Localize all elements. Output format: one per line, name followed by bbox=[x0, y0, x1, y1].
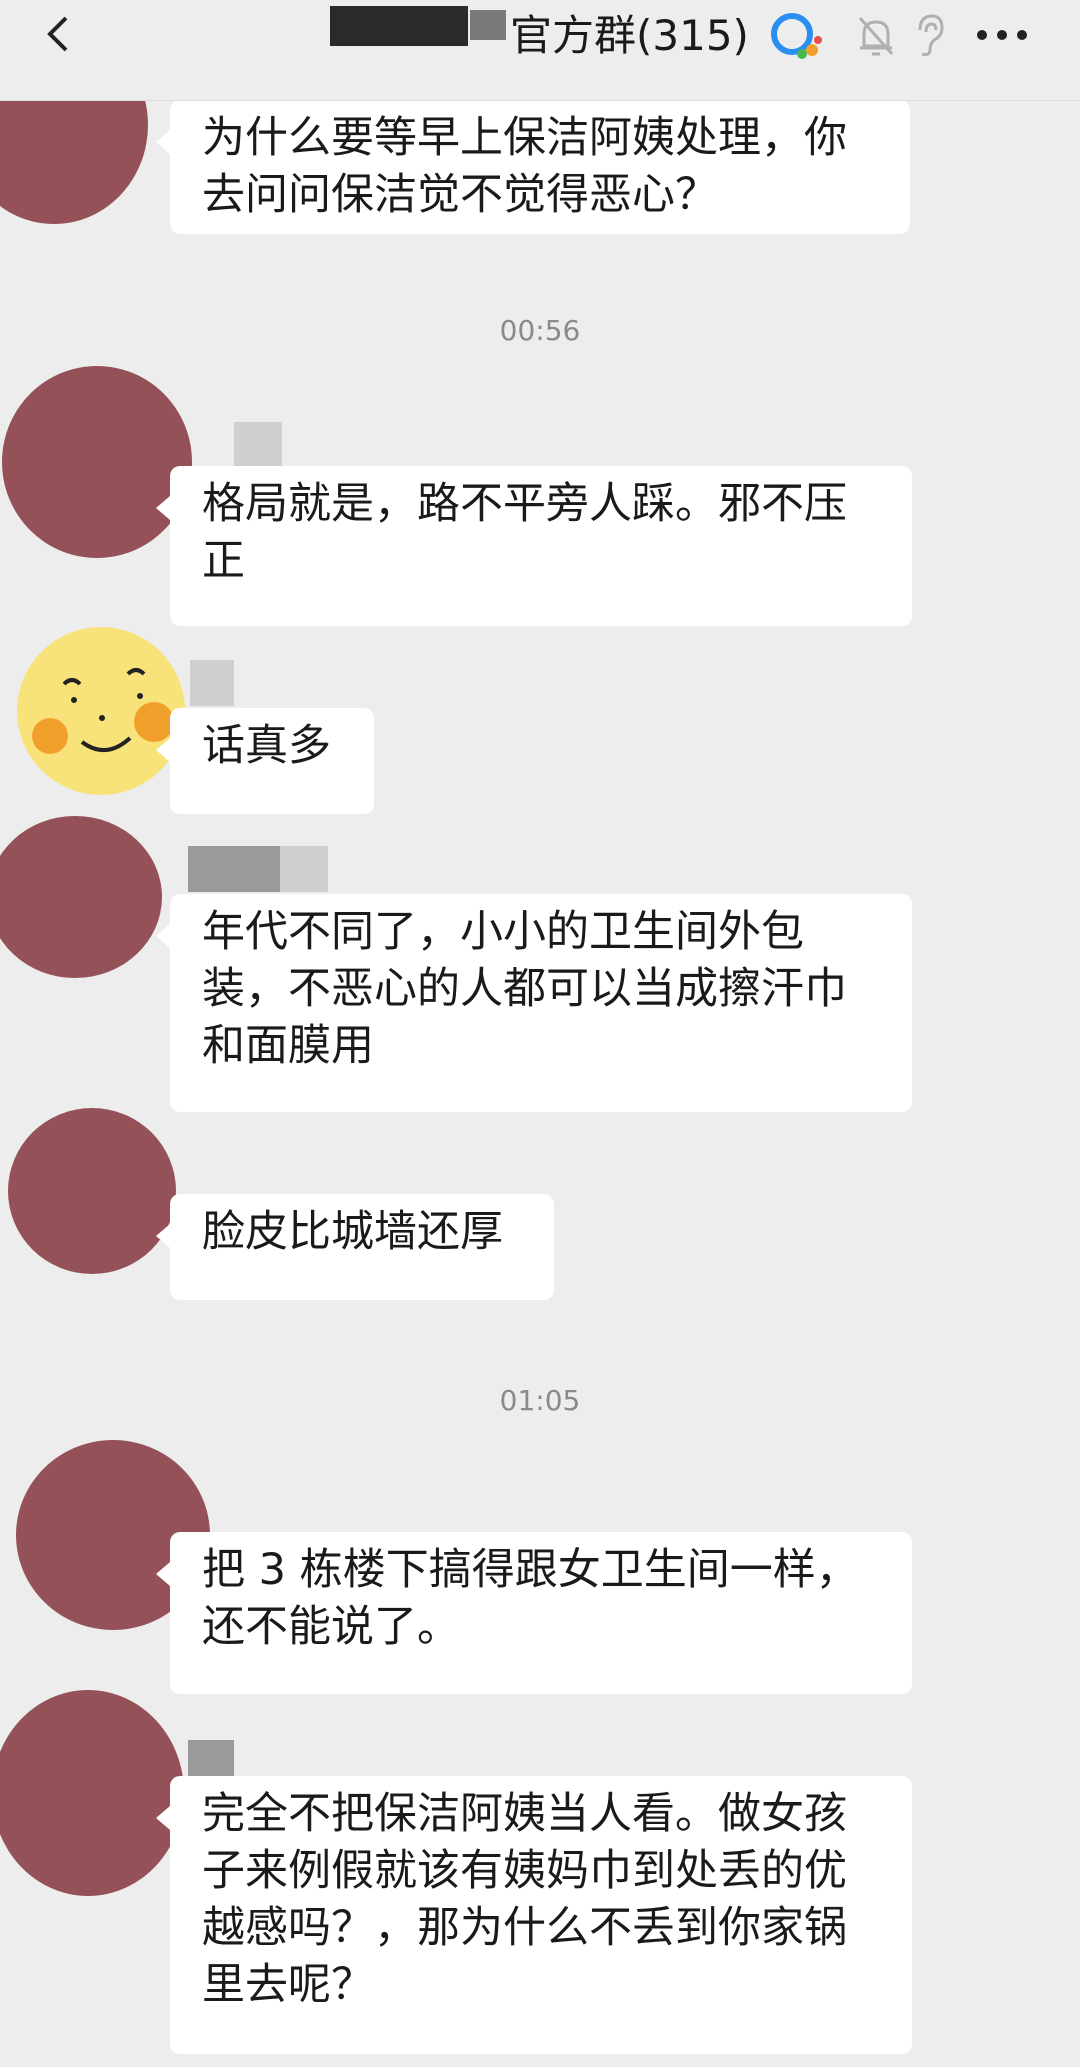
redacted-name-2 bbox=[470, 10, 506, 40]
message-bubble[interactable]: 格局就是，路不平旁人踩。邪不压正 bbox=[156, 466, 912, 626]
message-bubble[interactable]: 为什么要等早上保洁阿姨处理，你去问问保洁觉不觉得恶心？ bbox=[156, 100, 910, 234]
back-icon[interactable] bbox=[40, 14, 80, 54]
redacted-sender bbox=[280, 846, 328, 892]
message-bubble[interactable]: 年代不同了，小小的卫生间外包装，不恶心的人都可以当成擦汗巾和面膜用 bbox=[156, 894, 912, 1112]
message-bubble[interactable]: 把 3 栋楼下搞得跟女卫生间一样，还不能说了。 bbox=[156, 1532, 912, 1694]
message-text: 格局就是，路不平旁人踩。邪不压正 bbox=[202, 479, 847, 586]
message-text: 把 3 栋楼下搞得跟女卫生间一样，还不能说了。 bbox=[202, 1545, 859, 1652]
smiley-avatar[interactable] bbox=[16, 626, 186, 796]
message-text: 为什么要等早上保洁阿姨处理，你去问问保洁觉不觉得恶心？ bbox=[202, 113, 847, 220]
redacted-sender bbox=[188, 1740, 234, 1780]
redacted-name bbox=[330, 6, 468, 46]
message-text: 话真多 bbox=[202, 721, 331, 771]
message-bubble[interactable]: 完全不把保洁阿姨当人看。做女孩子来例假就该有姨妈巾到处丢的优越感吗？，那为什么不… bbox=[156, 1776, 912, 2054]
avatar[interactable] bbox=[0, 1690, 184, 1896]
redacted-sender bbox=[188, 846, 280, 892]
more-icon[interactable] bbox=[974, 20, 1030, 50]
chat-header: 官方群(315) bbox=[0, 0, 1080, 101]
redacted-sender bbox=[234, 422, 282, 468]
avatar[interactable] bbox=[8, 1108, 176, 1274]
avatar[interactable] bbox=[2, 366, 192, 558]
group-title: 官方群(315) bbox=[510, 11, 749, 60]
group-badge-icon bbox=[771, 13, 822, 59]
message-bubble[interactable]: 话真多 bbox=[156, 708, 374, 814]
message-text: 年代不同了，小小的卫生间外包装，不恶心的人都可以当成擦汗巾和面膜用 bbox=[202, 907, 847, 1071]
avatar[interactable] bbox=[0, 816, 162, 978]
message-text: 完全不把保洁阿姨当人看。做女孩子来例假就该有姨妈巾到处丢的优越感吗？，那为什么不… bbox=[202, 1789, 847, 2010]
message-bubble[interactable]: 脸皮比城墙还厚 bbox=[156, 1194, 554, 1300]
redacted-sender bbox=[190, 660, 234, 706]
ear-icon[interactable] bbox=[912, 12, 946, 58]
timestamp: 01:05 bbox=[499, 1384, 581, 1417]
timestamp: 00:56 bbox=[499, 314, 581, 347]
mute-bell-icon[interactable] bbox=[856, 14, 896, 58]
message-text: 脸皮比城墙还厚 bbox=[202, 1207, 503, 1257]
